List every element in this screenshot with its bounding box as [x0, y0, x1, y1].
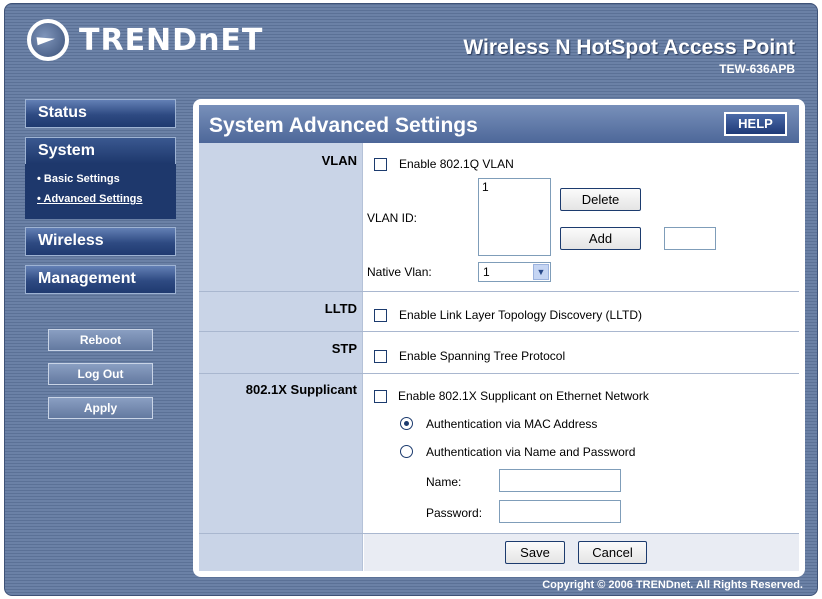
password-field-label: Password:: [426, 506, 483, 520]
help-button[interactable]: HELP: [724, 112, 787, 136]
auth-mac-radio[interactable]: [400, 417, 413, 430]
logout-button[interactable]: Log Out: [48, 363, 153, 385]
product-title: Wireless N HotSpot Access Point: [463, 36, 795, 59]
product-model: TEW-636APB: [719, 62, 795, 76]
vlan-id-list[interactable]: 1: [478, 178, 551, 256]
supplicant-enable-label: Enable 802.1X Supplicant on Ethernet Net…: [398, 389, 649, 403]
lltd-enable-checkbox[interactable]: [374, 309, 387, 322]
chevron-down-icon[interactable]: ▼: [533, 264, 549, 280]
native-vlan-select[interactable]: 1 ▼: [478, 262, 551, 282]
cancel-button[interactable]: Cancel: [578, 541, 647, 564]
auth-name-radio[interactable]: [400, 445, 413, 458]
reboot-button[interactable]: Reboot: [48, 329, 153, 351]
nav-system[interactable]: System: [25, 137, 176, 166]
header: TRENDnET Wireless N HotSpot Access Point…: [5, 4, 817, 86]
nav-wireless[interactable]: Wireless: [25, 227, 176, 256]
vlan-enable-checkbox[interactable]: [374, 158, 387, 171]
vlan-label: VLAN: [321, 153, 357, 168]
divider: [199, 331, 799, 332]
page-title: System Advanced Settings: [209, 114, 478, 137]
divider: [199, 291, 799, 292]
vlan-list-item[interactable]: 1: [482, 180, 547, 194]
native-vlan-label: Native Vlan:: [367, 265, 432, 279]
app-frame: TRENDnET Wireless N HotSpot Access Point…: [4, 3, 818, 596]
vlan-id-label: VLAN ID:: [367, 211, 418, 225]
password-field[interactable]: [499, 500, 621, 523]
settings-panel: System Advanced Settings HELP VLAN Enabl…: [193, 99, 805, 577]
vlan-add-button[interactable]: Add: [560, 227, 641, 250]
lltd-label: LLTD: [324, 301, 357, 316]
stp-label: STP: [331, 341, 357, 356]
stp-enable-checkbox[interactable]: [374, 350, 387, 363]
submenu-advanced-settings[interactable]: • Advanced Settings: [25, 189, 176, 209]
panel-header: System Advanced Settings HELP: [199, 105, 799, 143]
nav-status[interactable]: Status: [25, 99, 176, 128]
vlan-add-input[interactable]: [664, 227, 716, 250]
system-submenu: • Basic Settings • Advanced Settings: [25, 164, 176, 219]
supplicant-label: 802.1X Supplicant: [245, 382, 357, 397]
submenu-basic-settings[interactable]: • Basic Settings: [25, 169, 176, 189]
auth-mac-label: Authentication via MAC Address: [426, 417, 598, 431]
logo-text: TRENDnET: [79, 22, 264, 58]
trendnet-logo: TRENDnET: [27, 19, 263, 61]
label-column: [199, 143, 363, 571]
vlan-delete-button[interactable]: Delete: [560, 188, 641, 211]
lltd-enable-label: Enable Link Layer Topology Discovery (LL…: [399, 308, 643, 322]
supplicant-enable-checkbox[interactable]: [374, 390, 387, 403]
save-button[interactable]: Save: [505, 541, 565, 564]
apply-button[interactable]: Apply: [48, 397, 153, 419]
name-field[interactable]: [499, 469, 621, 492]
logo-icon: [27, 19, 69, 61]
name-field-label: Name:: [426, 475, 462, 489]
stp-enable-label: Enable Spanning Tree Protocol: [399, 349, 566, 363]
divider: [199, 373, 799, 374]
vlan-enable-label: Enable 802.1Q VLAN: [399, 157, 514, 171]
native-vlan-value: 1: [483, 265, 490, 279]
nav-management[interactable]: Management: [25, 265, 176, 294]
auth-name-label: Authentication via Name and Password: [426, 445, 636, 459]
copyright-footer: Copyright © 2006 TRENDnet. All Rights Re…: [542, 579, 803, 591]
